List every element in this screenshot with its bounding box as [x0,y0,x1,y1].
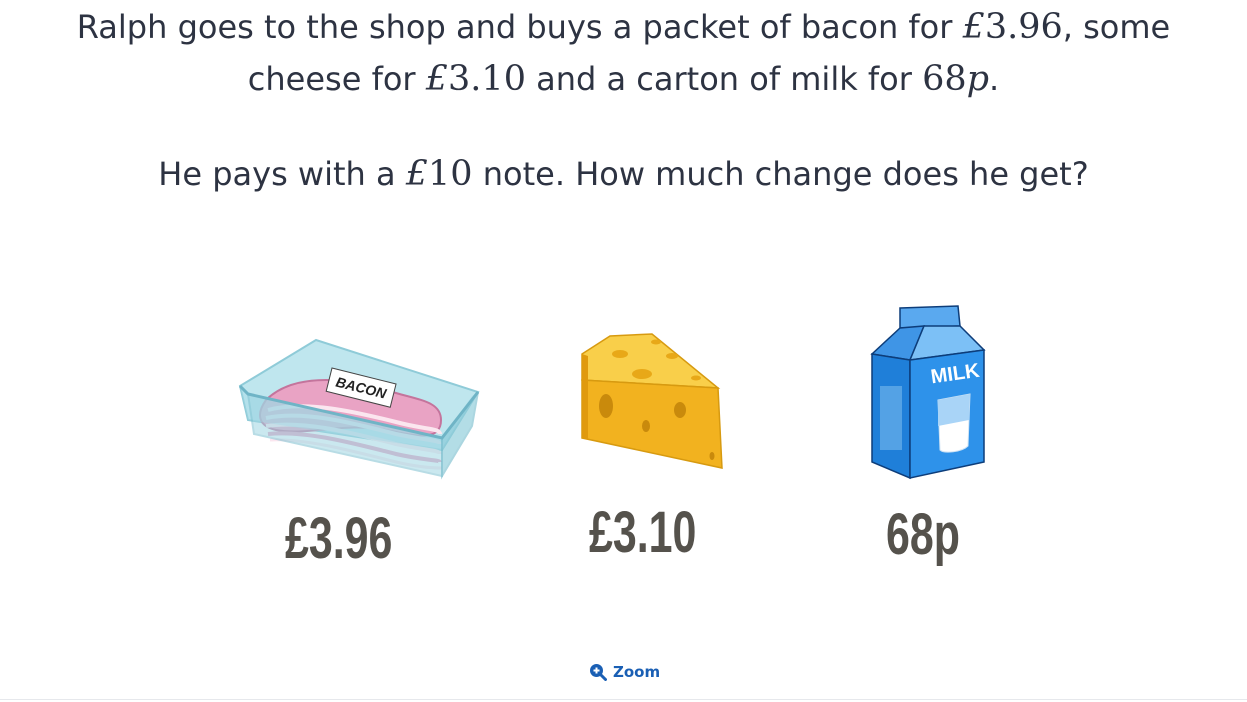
question-text-segment: note. How much change does he get? [472,155,1089,193]
amount-value: 3.10 [448,59,526,99]
question-text-segment: . [989,60,1000,98]
question-line-1: Ralph goes to the shop and buys a packet… [0,1,1247,53]
question-text-segment: , some [1062,8,1171,46]
cheese-wedge-icon [576,328,728,473]
math-amount: £3.10 [426,59,526,99]
question-line-3: He pays with a £10 note. How much change… [0,148,1247,200]
question-text-segment: He pays with a [158,155,406,193]
math-amount: 68p [922,59,989,99]
milk-carton-icon: MILK [866,302,992,484]
divider [0,699,1247,700]
currency-symbol: £ [405,154,429,194]
milk-price: 68p [886,502,960,567]
question-text-segment: and a carton of milk for [525,60,923,98]
currency-symbol: £ [425,59,449,99]
question-line-2: cheese for £3.10 and a carton of milk fo… [0,53,1247,105]
amount-value: 10 [428,154,473,194]
amount-value: 3.96 [984,7,1063,47]
cheese-price: £3.10 [589,500,697,565]
question-text-segment: cheese for [247,60,426,98]
amount-value: 68 [922,59,967,99]
bacon-packet-icon: BACON [236,330,484,480]
bacon-price: £3.96 [285,506,393,571]
unit-symbol: p [966,59,990,99]
currency-symbol: £ [962,7,985,47]
zoom-label: Zoom [613,663,661,681]
zoom-button[interactable]: Zoom [589,661,660,683]
math-amount: £10 [406,154,473,194]
question-text-segment: Ralph goes to the shop and buys a packet… [76,8,963,46]
zoom-in-icon [589,663,607,681]
math-amount: £3.96 [963,7,1063,47]
